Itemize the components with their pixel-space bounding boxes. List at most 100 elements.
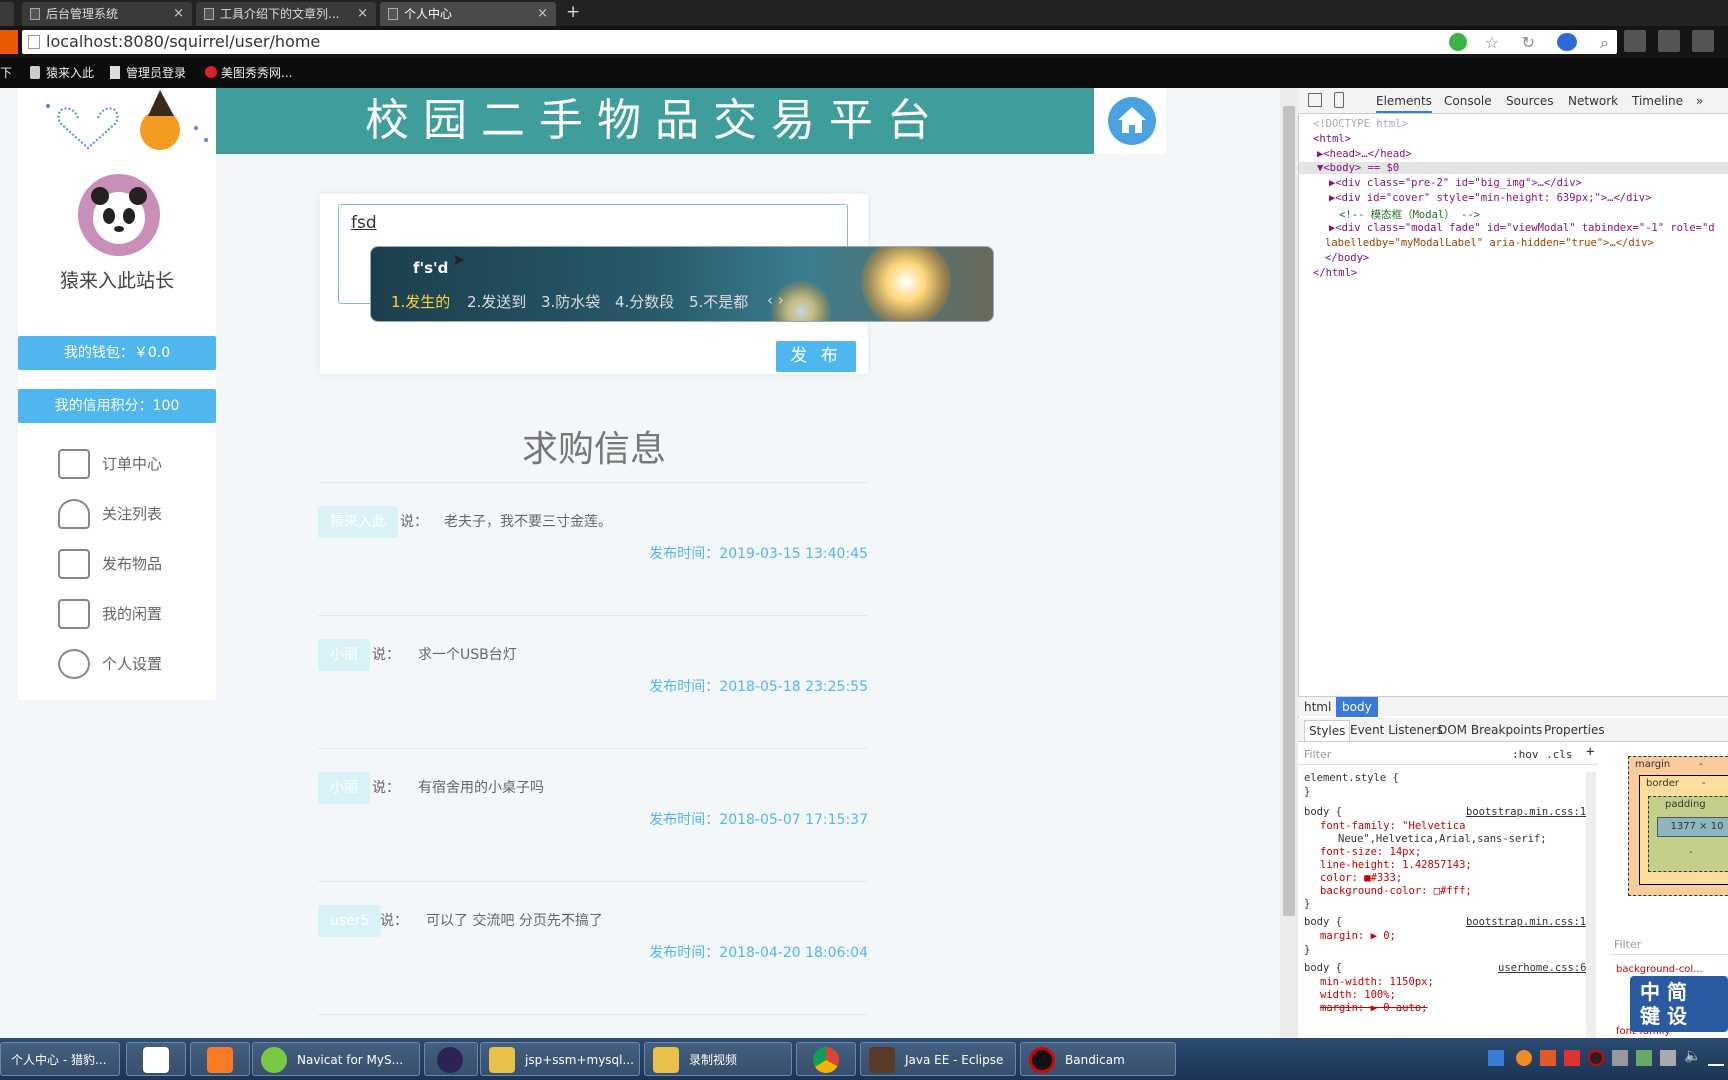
css-property[interactable]: min-width: 1150px; bbox=[1320, 976, 1434, 988]
network-icon[interactable] bbox=[1660, 1050, 1676, 1066]
bookmark-item[interactable]: 美图秀秀网... bbox=[205, 66, 292, 80]
tab-elements[interactable]: Elements bbox=[1376, 94, 1432, 113]
tab-event-listeners[interactable]: Event Listeners bbox=[1350, 723, 1443, 737]
tab-network[interactable]: Network bbox=[1568, 94, 1618, 108]
publish-button[interactable]: 发 布 bbox=[776, 341, 856, 372]
bookmark-item[interactable]: 猿来入此 bbox=[30, 66, 94, 80]
dom-node[interactable]: ▶<head>…</head> bbox=[1317, 148, 1412, 160]
add-rule-icon[interactable]: + bbox=[1586, 744, 1594, 760]
bookmark-item[interactable]: 管理员登录 bbox=[110, 66, 186, 80]
lock-icon[interactable] bbox=[1658, 30, 1680, 52]
css-selector[interactable]: body { bbox=[1304, 962, 1342, 974]
dom-node[interactable]: <!DOCTYPE html> bbox=[1313, 118, 1408, 130]
ime-candidate[interactable]: 2.发送到 bbox=[467, 291, 526, 312]
tray-icon[interactable] bbox=[1516, 1050, 1532, 1066]
new-tab-button[interactable]: + bbox=[566, 2, 580, 22]
styles-filter-input[interactable]: Filter bbox=[1304, 748, 1331, 761]
tab-properties[interactable]: Properties bbox=[1544, 723, 1605, 737]
ime-status-widget[interactable]: 中 简 键 设 bbox=[1630, 976, 1728, 1032]
refresh-icon[interactable]: ↻ bbox=[1522, 31, 1535, 55]
post-username[interactable]: 猿来入此 bbox=[318, 506, 398, 538]
search-icon[interactable]: ⌕ bbox=[1600, 31, 1609, 55]
taskbar-item-xampp[interactable] bbox=[190, 1042, 250, 1076]
css-property[interactable]: width: 100%; bbox=[1320, 989, 1396, 1001]
taskbar-item-folder[interactable]: jsp+ssm+mysql... bbox=[480, 1042, 640, 1076]
css-selector[interactable]: body { bbox=[1304, 806, 1342, 818]
dom-node[interactable]: ▶<div id="cover" style="min-height: 639p… bbox=[1329, 192, 1651, 204]
hov-toggle[interactable]: :hov bbox=[1512, 748, 1539, 761]
ime-candidate[interactable]: 5.不是都 bbox=[689, 291, 748, 312]
css-source-link[interactable]: userhome.css:6 bbox=[1498, 962, 1587, 974]
inspect-icon[interactable] bbox=[1308, 93, 1322, 107]
taskbar-item-folder[interactable]: 录制视频 bbox=[644, 1042, 792, 1076]
search-engine-icon[interactable] bbox=[1557, 33, 1577, 51]
css-rule[interactable]: element.style { bbox=[1304, 772, 1399, 784]
dom-node[interactable]: </body> bbox=[1325, 252, 1369, 264]
star-icon[interactable]: ☆ bbox=[1485, 31, 1499, 55]
bookmark-item[interactable]: 下 bbox=[0, 66, 12, 80]
taskbar-item-eclipse-icon[interactable] bbox=[424, 1042, 478, 1076]
extension-icon[interactable] bbox=[1624, 30, 1646, 52]
device-icon[interactable] bbox=[1334, 92, 1344, 108]
close-tab-icon[interactable]: × bbox=[173, 2, 184, 26]
sidebar-item-follows[interactable]: 关注列表 bbox=[58, 497, 162, 531]
tray-icon[interactable] bbox=[1636, 1050, 1652, 1066]
dom-comment[interactable]: <!-- 模态框（Modal） --> bbox=[1339, 207, 1480, 222]
taskbar-item-navicat[interactable]: Navicat for MyS... bbox=[252, 1042, 420, 1076]
tab-styles[interactable]: Styles bbox=[1304, 720, 1351, 742]
wallet-button[interactable]: 我的钱包：￥0.0 bbox=[18, 336, 216, 370]
css-selector[interactable]: body { bbox=[1304, 916, 1342, 928]
close-tab-icon[interactable]: × bbox=[537, 2, 548, 26]
styles-scrollbar[interactable] bbox=[1586, 772, 1596, 1038]
css-property[interactable]: Neue",Helvetica,Arial,sans-serif; bbox=[1338, 833, 1547, 845]
css-property[interactable]: line-height: 1.42857143; bbox=[1320, 859, 1472, 871]
tab-sources[interactable]: Sources bbox=[1506, 94, 1553, 108]
computed-property[interactable]: background-col... bbox=[1616, 964, 1703, 975]
favorites-icon[interactable] bbox=[1692, 30, 1714, 52]
post-username[interactable]: user5 bbox=[318, 905, 382, 937]
ime-pager[interactable]: ‹ › bbox=[767, 291, 784, 309]
dom-node-selected[interactable]: ▼<body> == $0 bbox=[1299, 162, 1728, 174]
css-source-link[interactable]: bootstrap.min.css:14 bbox=[1466, 806, 1592, 818]
back-button[interactable] bbox=[0, 30, 18, 54]
sidebar-item-orders[interactable]: 订单中心 bbox=[58, 447, 162, 481]
avatar[interactable] bbox=[78, 174, 160, 256]
volume-icon[interactable]: 🔈 bbox=[1684, 1048, 1701, 1064]
taskbar-item-app[interactable] bbox=[126, 1042, 186, 1076]
css-property[interactable]: margin: ▶ 0 auto; bbox=[1320, 1002, 1427, 1014]
sidebar-item-idle[interactable]: 我的闲置 bbox=[58, 597, 162, 631]
cls-toggle[interactable]: .cls bbox=[1546, 748, 1573, 761]
url-field[interactable]: localhost:8080/squirrel/user/home ☆ ↻ ⌕ bbox=[22, 30, 1617, 54]
back-tab-edge[interactable] bbox=[0, 2, 14, 26]
css-property[interactable]: font-family: "Helvetica bbox=[1320, 820, 1465, 832]
browser-tab-home[interactable]: 个人中心 × bbox=[380, 2, 556, 26]
tray-icon[interactable] bbox=[1612, 1050, 1628, 1066]
tray-icon[interactable] bbox=[1540, 1050, 1556, 1066]
close-tab-icon[interactable]: × bbox=[357, 2, 368, 26]
tray-icon[interactable] bbox=[1564, 1050, 1580, 1066]
sidebar-item-settings[interactable]: 个人设置 bbox=[58, 647, 162, 681]
post-username[interactable]: 小丽 bbox=[318, 772, 370, 804]
breadcrumb-item-active[interactable]: body bbox=[1336, 697, 1378, 717]
record-icon[interactable] bbox=[1588, 1050, 1604, 1066]
computed-filter-input[interactable]: Filter bbox=[1614, 938, 1641, 951]
ime-candidate[interactable]: 3.防水袋 bbox=[541, 291, 600, 312]
tab-console[interactable]: Console bbox=[1444, 94, 1492, 108]
browser-tab-admin[interactable]: 后台管理系统 × bbox=[22, 2, 192, 26]
dom-node[interactable]: <html> bbox=[1313, 133, 1351, 145]
dom-node[interactable]: labelledby="myModalLabel" aria-hidden="t… bbox=[1325, 237, 1654, 249]
ime-candidate[interactable]: 1.发生的 bbox=[391, 291, 450, 312]
css-property[interactable]: background-color: □#fff; bbox=[1320, 885, 1472, 897]
page-scrollbar-thumb[interactable] bbox=[1283, 106, 1295, 916]
taskbar-item-bandicam[interactable]: Bandicam bbox=[1020, 1042, 1176, 1076]
dom-node[interactable]: </html> bbox=[1313, 267, 1357, 279]
more-tabs-button[interactable]: » bbox=[1696, 94, 1703, 108]
taskbar-item-browser[interactable]: 个人中心 - 猎豹... bbox=[0, 1042, 120, 1076]
dom-node[interactable]: ▶<div class="modal fade" id="viewModal" … bbox=[1329, 222, 1715, 234]
tab-dom-breakpoints[interactable]: DOM Breakpoints bbox=[1438, 723, 1542, 737]
credit-button[interactable]: 我的信用积分：100 bbox=[18, 389, 216, 423]
dom-node[interactable]: ▶<div class="pre-2" id="big_img">…</div> bbox=[1329, 177, 1582, 189]
taskbar-item-chrome[interactable] bbox=[796, 1042, 856, 1076]
css-property[interactable]: font-size: 14px; bbox=[1320, 846, 1421, 858]
du-icon[interactable] bbox=[1488, 1050, 1504, 1066]
